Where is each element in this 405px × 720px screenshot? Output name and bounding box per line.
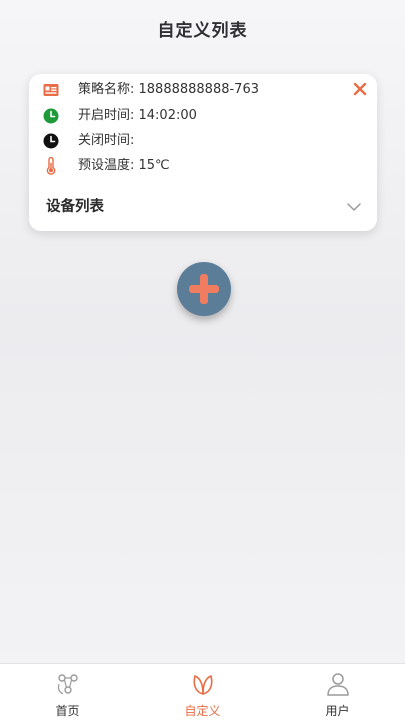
strategy-card: 策略名称: 18888888888-763 开启时间: 14:02:00 关闭时… (29, 74, 377, 231)
clock-black-icon (43, 133, 59, 149)
close-icon (353, 82, 367, 96)
user-icon (326, 673, 349, 696)
plus-icon (189, 274, 219, 304)
tab-custom[interactable]: 自定义 (135, 664, 270, 720)
chevron-down-icon (347, 203, 361, 211)
home-nodes-icon (57, 674, 78, 695)
start-time-text: 开启时间: 14:02:00 (78, 108, 197, 123)
close-button[interactable] (350, 79, 370, 99)
leaf-icon (192, 675, 213, 695)
tab-home-label: 首页 (55, 704, 80, 718)
preset-temp-text: 预设温度: 15℃ (78, 158, 170, 173)
id-card-icon (43, 82, 59, 98)
thermometer-icon (43, 157, 59, 175)
strategy-name-row: 策略名称: 18888888888-763 (43, 80, 259, 100)
bottom-tab-bar: 首页 自定义 用户 (0, 663, 405, 720)
device-list-label[interactable]: 设备列表 (46, 195, 104, 216)
add-strategy-button[interactable] (177, 262, 231, 316)
tab-home[interactable]: 首页 (0, 664, 135, 720)
end-time-row: 关闭时间: (43, 131, 134, 151)
tab-user[interactable]: 用户 (270, 664, 405, 720)
tab-user-label: 用户 (325, 704, 350, 718)
clock-green-icon (43, 108, 59, 124)
header: 自定义列表 (0, 0, 405, 56)
end-time-text: 关闭时间: (78, 133, 135, 148)
preset-temp-row: 预设温度: 15℃ (43, 156, 170, 176)
page-title: 自定义列表 (157, 20, 248, 41)
start-time-row: 开启时间: 14:02:00 (43, 106, 197, 126)
strategy-name-text: 策略名称: 18888888888-763 (78, 82, 259, 97)
tab-custom-label: 自定义 (184, 704, 221, 718)
device-list-expand-button[interactable] (346, 198, 362, 211)
